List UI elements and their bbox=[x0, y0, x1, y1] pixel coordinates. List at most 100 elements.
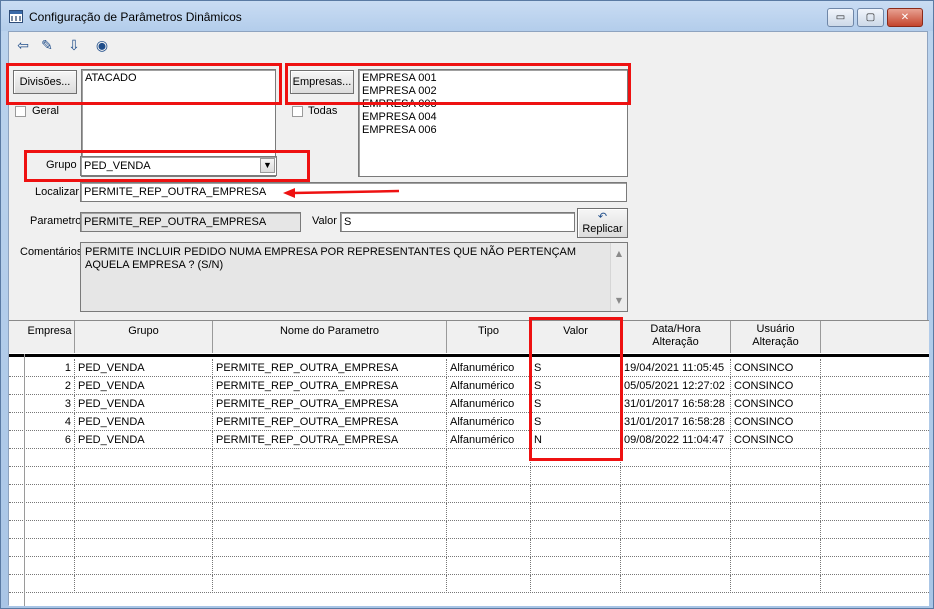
title-bar[interactable]: Configuração de Parâmetros Dinâmicos ▭ ▢… bbox=[1, 1, 933, 31]
table-cell[interactable] bbox=[621, 557, 731, 575]
table-row[interactable]: 1 PED_VENDA PERMITE_REP_OUTRA_EMPRESA Alfan… bbox=[9, 359, 929, 377]
table-cell[interactable]: S bbox=[531, 395, 621, 413]
table-cell[interactable] bbox=[213, 521, 447, 539]
table-row[interactable] bbox=[9, 449, 929, 467]
table-row[interactable]: 3 PED_VENDA PERMITE_REP_OUTRA_EMPRESA Alfan… bbox=[9, 395, 929, 413]
table-cell[interactable] bbox=[731, 485, 821, 503]
table-cell[interactable]: S bbox=[531, 377, 621, 395]
table-cell[interactable] bbox=[621, 503, 731, 521]
table-cell[interactable] bbox=[75, 485, 213, 503]
table-cell[interactable] bbox=[621, 467, 731, 485]
table-cell[interactable] bbox=[531, 449, 621, 467]
column-header[interactable]: Usuário Alteração bbox=[731, 321, 821, 353]
table-cell[interactable]: CONSINCO bbox=[731, 359, 821, 377]
table-cell[interactable] bbox=[447, 557, 531, 575]
table-cell[interactable] bbox=[731, 575, 821, 593]
table-cell[interactable] bbox=[213, 539, 447, 557]
table-cell[interactable]: 05/05/2021 12:27:02 bbox=[621, 377, 731, 395]
table-cell[interactable] bbox=[731, 449, 821, 467]
table-cell[interactable] bbox=[25, 575, 75, 593]
table-cell[interactable] bbox=[213, 467, 447, 485]
table-row[interactable] bbox=[9, 467, 929, 485]
eraser-icon[interactable]: ✎ bbox=[36, 35, 58, 57]
empresas-listbox[interactable]: EMPRESA 001 EMPRESA 002 EMPRESA 003 EMPR… bbox=[358, 69, 628, 177]
table-cell[interactable]: 6 bbox=[25, 431, 75, 449]
table-cell[interactable] bbox=[731, 467, 821, 485]
comentarios-textarea[interactable]: PERMITE INCLUIR PEDIDO NUMA EMPRESA POR … bbox=[80, 242, 628, 312]
table-cell[interactable] bbox=[25, 521, 75, 539]
table-cell[interactable]: S bbox=[531, 359, 621, 377]
table-cell[interactable] bbox=[531, 503, 621, 521]
close-button[interactable]: ✕ bbox=[887, 8, 923, 27]
table-cell[interactable]: PED_VENDA bbox=[75, 395, 213, 413]
table-cell[interactable] bbox=[75, 503, 213, 521]
table-cell[interactable] bbox=[621, 449, 731, 467]
table-cell[interactable] bbox=[447, 575, 531, 593]
table-cell[interactable]: S bbox=[531, 413, 621, 431]
table-cell[interactable]: PERMITE_REP_OUTRA_EMPRESA bbox=[213, 413, 447, 431]
table-cell[interactable] bbox=[531, 467, 621, 485]
column-header[interactable]: Tipo bbox=[447, 321, 531, 353]
table-cell[interactable] bbox=[75, 539, 213, 557]
table-cell[interactable]: CONSINCO bbox=[731, 395, 821, 413]
table-cell[interactable] bbox=[531, 575, 621, 593]
table-cell[interactable] bbox=[75, 521, 213, 539]
table-cell[interactable]: 4 bbox=[25, 413, 75, 431]
table-row[interactable] bbox=[9, 521, 929, 539]
table-cell[interactable]: PERMITE_REP_OUTRA_EMPRESA bbox=[213, 377, 447, 395]
table-cell[interactable] bbox=[25, 467, 75, 485]
column-header[interactable]: Nome do Parametro bbox=[213, 321, 447, 353]
table-cell[interactable]: PED_VENDA bbox=[75, 431, 213, 449]
table-cell[interactable]: Alfanumérico bbox=[447, 377, 531, 395]
table-cell[interactable] bbox=[213, 557, 447, 575]
divisoes-button[interactable]: Divisões... bbox=[13, 70, 77, 94]
scroll-up-icon[interactable]: ▲ bbox=[611, 247, 627, 260]
table-cell[interactable]: PERMITE_REP_OUTRA_EMPRESA bbox=[213, 359, 447, 377]
table-cell[interactable]: Alfanumérico bbox=[447, 359, 531, 377]
table-row[interactable]: 6 PED_VENDA PERMITE_REP_OUTRA_EMPRESA Alfan… bbox=[9, 431, 929, 449]
table-cell[interactable]: 31/01/2017 16:58:28 bbox=[621, 413, 731, 431]
table-cell[interactable] bbox=[447, 467, 531, 485]
list-item[interactable]: EMPRESA 006 bbox=[362, 124, 624, 137]
binoculars-icon[interactable]: ◉ bbox=[91, 35, 113, 57]
table-cell[interactable] bbox=[25, 503, 75, 521]
chevron-down-icon[interactable]: ▼ bbox=[260, 158, 275, 173]
scrollbar[interactable]: ▲ ▼ bbox=[610, 243, 627, 311]
table-cell[interactable] bbox=[213, 449, 447, 467]
minimize-button[interactable]: ▭ bbox=[827, 8, 854, 27]
table-cell[interactable] bbox=[447, 449, 531, 467]
column-header[interactable]: Empresa bbox=[25, 321, 75, 353]
table-cell[interactable] bbox=[531, 521, 621, 539]
list-item[interactable]: EMPRESA 001 bbox=[362, 72, 624, 85]
table-cell[interactable]: 2 bbox=[25, 377, 75, 395]
replicar-button[interactable]: ↶ Replicar bbox=[577, 208, 628, 238]
table-cell[interactable] bbox=[25, 449, 75, 467]
table-cell[interactable] bbox=[75, 467, 213, 485]
table-cell[interactable] bbox=[531, 539, 621, 557]
todas-checkbox[interactable] bbox=[292, 106, 303, 117]
table-cell[interactable] bbox=[531, 485, 621, 503]
table-cell[interactable] bbox=[621, 539, 731, 557]
table-cell[interactable]: 3 bbox=[25, 395, 75, 413]
table-row[interactable] bbox=[9, 575, 929, 593]
table-cell[interactable]: 09/08/2022 11:04:47 bbox=[621, 431, 731, 449]
table-cell[interactable] bbox=[75, 557, 213, 575]
table-cell[interactable]: 19/04/2021 11:05:45 bbox=[621, 359, 731, 377]
table-cell[interactable] bbox=[621, 575, 731, 593]
table-cell[interactable]: CONSINCO bbox=[731, 377, 821, 395]
table-cell[interactable] bbox=[447, 485, 531, 503]
list-item[interactable]: EMPRESA 003 bbox=[362, 98, 624, 111]
table-row[interactable]: 2 PED_VENDA PERMITE_REP_OUTRA_EMPRESA Alfan… bbox=[9, 377, 929, 395]
table-cell[interactable]: PED_VENDA bbox=[75, 413, 213, 431]
empresas-button[interactable]: Empresas... bbox=[290, 70, 354, 94]
table-cell[interactable] bbox=[213, 503, 447, 521]
exit-icon[interactable]: ⇦ bbox=[12, 35, 34, 57]
table-cell[interactable] bbox=[447, 503, 531, 521]
list-item[interactable]: EMPRESA 002 bbox=[362, 85, 624, 98]
table-cell[interactable]: PERMITE_REP_OUTRA_EMPRESA bbox=[213, 395, 447, 413]
table-cell[interactable]: PED_VENDA bbox=[75, 377, 213, 395]
maximize-button[interactable]: ▢ bbox=[857, 8, 884, 27]
list-item[interactable]: ATACADO bbox=[85, 72, 272, 85]
geral-checkbox[interactable] bbox=[15, 106, 26, 117]
list-item[interactable]: EMPRESA 004 bbox=[362, 111, 624, 124]
